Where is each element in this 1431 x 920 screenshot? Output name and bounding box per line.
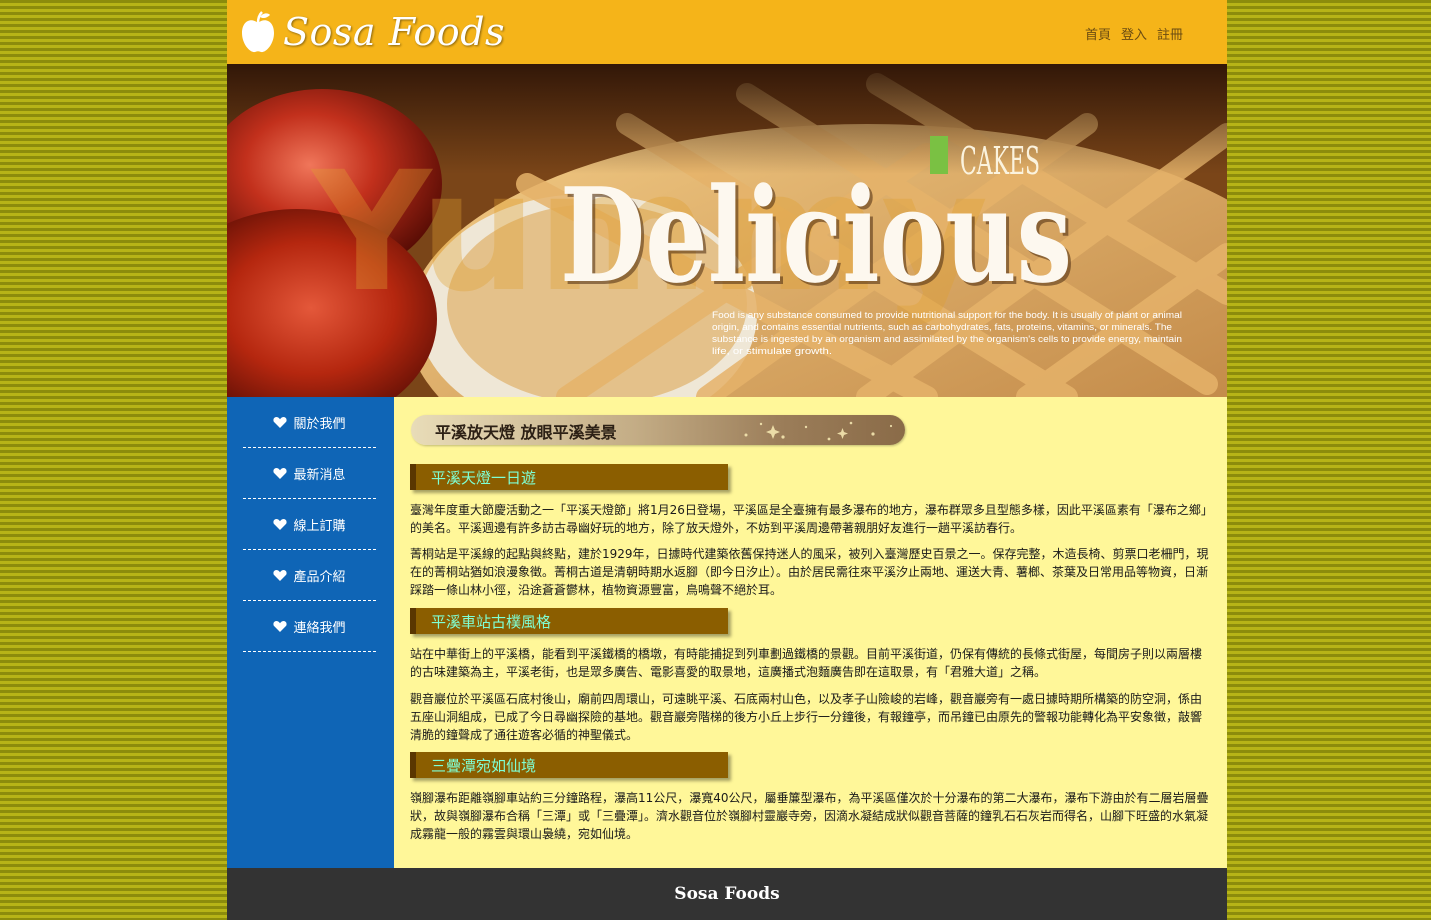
logo-text: Sosa Foods [283,10,506,54]
sidebar-item-label: 線上訂購 [293,518,346,534]
site-logo[interactable]: Sosa Foods [241,6,505,58]
top-nav: 首頁 登入 註冊 [1085,24,1183,43]
section-paragraph: 嶺腳瀑布距離嶺腳車站約三分鐘路程，瀑高11公尺，瀑寬40公尺，屬垂簾型瀑布，為平… [410,791,1209,841]
hero-banner-art: Yummy CAKES Delicious Delicious Food is … [227,64,1227,397]
section-heading: 平溪天燈一日遊 [410,464,728,490]
sidebar-item-news[interactable]: 最新消息 [243,448,376,499]
banner-blurb-line: Food is any substance consumed to provid… [712,310,1182,321]
page-container: Sosa Foods 首頁 登入 註冊 Yummy CAKES Deliciou… [227,0,1227,920]
section-heading: 三疊潭宛如仙境 [410,752,728,778]
heart-icon [273,416,288,428]
sidebar-item-label: 產品介紹 [293,569,346,585]
heart-icon [273,467,288,479]
page-title: 平溪放天燈 放眼平溪美景 [435,423,617,442]
sidebar-item-label: 連絡我們 [293,620,346,636]
banner-blurb-line: substance is ingested by an organism and… [712,334,1182,345]
section-heading-text: 平溪車站古樸風格 [431,613,552,631]
banner-blurb-line: origin, and contains essential nutrients… [712,322,1172,333]
banner-headline: Delicious [560,159,1072,312]
site-footer: Sosa Foods [227,868,1227,920]
section-paragraph: 站在中華街上的平溪橋，能看到平溪鐵橋的橋墩，有時能捕捉到列車劃過鐵橋的景觀。目前… [410,647,1203,679]
banner-blurb-line: life, or stimulate growth. [712,346,832,357]
footer-text: Sosa Foods [674,884,780,904]
nav-link-home[interactable]: 首頁 [1085,24,1111,43]
nav-link-login[interactable]: 登入 [1121,24,1147,43]
section-paragraph: 觀音巖位於平溪區石底村後山，廟前四周環山，可遠眺平溪、石底兩村山色，以及孝子山險… [410,692,1203,742]
hero-banner: Yummy CAKES Delicious Delicious Food is … [227,64,1227,397]
nav-link-register[interactable]: 註冊 [1157,24,1183,43]
sidebar-item-contact[interactable]: 連絡我們 [243,601,376,652]
sidebar-nav: 關於我們 最新消息 線上訂購 產品介紹 連絡我們 [227,397,394,868]
page-title-bar: 平溪放天燈 放眼平溪美景 [411,415,905,445]
section-paragraph: 臺灣年度重大節慶活動之一「平溪天燈節」將1月26日登場，平溪區是全臺擁有最多瀑布… [410,503,1207,535]
section-paragraph: 菁桐站是平溪線的起點與終點，建於1929年，日據時代建築依舊保持迷人的風采，被列… [410,547,1209,597]
main-content: 平溪放天燈 放眼平溪美景 平溪天燈一日遊 臺灣年度重大節慶活動之一「平溪天燈節」… [394,397,1227,868]
sidebar-item-label: 關於我們 [293,416,346,432]
sidebar-item-order[interactable]: 線上訂購 [243,499,376,550]
section-heading-text: 平溪天燈一日遊 [431,469,537,487]
section-heading: 平溪車站古樸風格 [410,608,728,634]
sidebar-item-about[interactable]: 關於我們 [243,397,376,448]
sidebar-item-products[interactable]: 產品介紹 [243,550,376,601]
apple-logo-icon [242,11,274,53]
site-header: Sosa Foods 首頁 登入 註冊 [227,0,1227,64]
heart-icon [273,620,288,632]
section-heading-text: 三疊潭宛如仙境 [431,757,537,775]
heart-icon [273,569,288,581]
heart-icon [273,518,288,530]
sidebar-item-label: 最新消息 [293,467,346,483]
